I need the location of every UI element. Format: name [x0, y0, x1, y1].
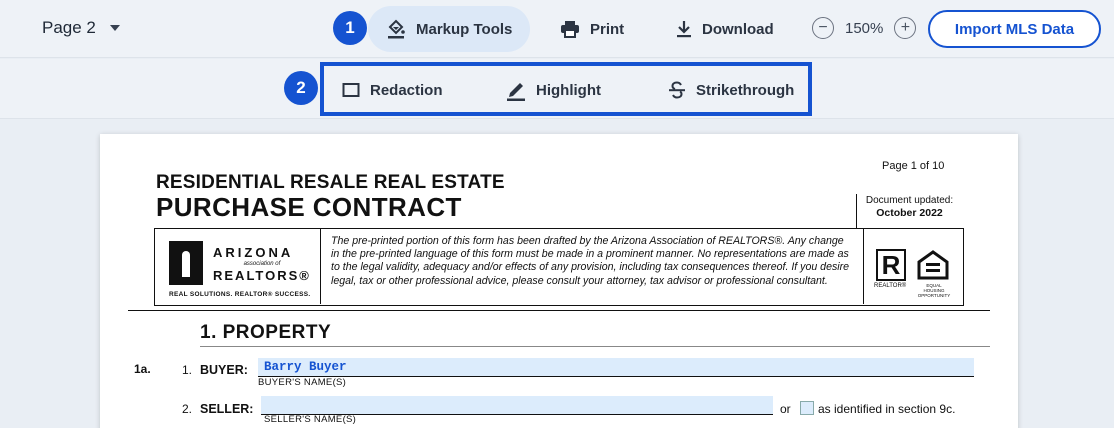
updated-date: October 2022	[876, 207, 943, 219]
arizona-realtors-logo: ARIZONA association of REALTORS® REAL SO…	[155, 229, 321, 304]
zoom-level: 150%	[845, 19, 884, 37]
document-page: Page 1 of 10 RESIDENTIAL RESALE REAL EST…	[100, 134, 1018, 428]
zoom-in-button[interactable]: +	[894, 17, 917, 39]
seller-line-number: 2.	[182, 402, 193, 416]
logo-line2: association of	[243, 261, 281, 267]
document-title-line2: PURCHASE CONTRACT	[156, 192, 462, 222]
paint-bucket-icon	[388, 19, 405, 39]
equal-housing-icon	[917, 250, 949, 280]
page-select-label: Page 2	[42, 18, 96, 37]
pen-icon	[507, 83, 525, 101]
zoom-control: − 150% +	[812, 17, 917, 39]
zoom-out-button[interactable]: −	[812, 17, 834, 39]
print-button[interactable]: Print	[560, 6, 624, 52]
updated-label: Document updated:	[865, 195, 954, 206]
strikethrough-icon	[669, 81, 685, 99]
badges-cell: R REALTOR® EQUAL HOUSING OPPORTUNITY	[863, 229, 963, 304]
buyer-name-field[interactable]: Barry Buyer	[258, 358, 974, 377]
download-button[interactable]: Download	[676, 6, 774, 52]
redaction-label: Redaction	[370, 81, 443, 99]
section-title: 1. PROPERTY	[200, 322, 332, 343]
download-label: Download	[702, 20, 774, 38]
divider	[128, 310, 990, 311]
or-text: or	[780, 402, 791, 416]
realtor-label: REALTOR®	[874, 283, 907, 289]
cactus-logo-icon	[169, 241, 203, 285]
download-icon	[677, 21, 691, 38]
logo-tagline: REAL SOLUTIONS. REALTOR® SUCCESS.	[169, 291, 311, 298]
realtor-r-icon: R	[876, 249, 906, 281]
markup-tools-label: Markup Tools	[416, 20, 513, 38]
buyer-sublabel: BUYER'S NAME(S)	[258, 377, 347, 388]
section-number: 1a.	[134, 362, 151, 376]
print-label: Print	[590, 20, 625, 38]
buyer-label: BUYER:	[200, 363, 248, 377]
eho-label: EQUAL HOUSING OPPORTUNITY	[917, 283, 951, 298]
markup-subtoolbar: 2 Redaction Highlight Strikethrough	[0, 59, 1114, 119]
highlight-label: Highlight	[536, 81, 601, 99]
import-mls-data-button[interactable]: Import MLS Data	[928, 10, 1101, 48]
document-title-line1: RESIDENTIAL RESALE REAL ESTATE	[156, 172, 505, 193]
seller-sublabel: SELLER'S NAME(S)	[264, 414, 357, 425]
printer-icon	[561, 21, 579, 38]
identified-text: as identified in section 9c.	[818, 402, 956, 416]
identified-checkbox[interactable]	[800, 401, 814, 415]
top-toolbar: Page 2 1 Markup Tools Print Download − 1…	[0, 0, 1114, 58]
strikethrough-button[interactable]: Strikethrough	[668, 79, 794, 101]
step-badge-1: 1	[333, 11, 367, 45]
redaction-icon	[342, 83, 360, 97]
page-select-dropdown[interactable]: Page 2	[42, 16, 120, 40]
section-divider	[200, 346, 990, 347]
logo-line3: REALTORS®	[213, 268, 311, 283]
logo-line1: ARIZONA	[213, 245, 294, 260]
disclaimer-text: The pre-printed portion of this form has…	[331, 235, 850, 287]
redaction-button[interactable]: Redaction	[342, 79, 443, 101]
seller-name-field[interactable]	[261, 396, 773, 415]
form-header-box: ARIZONA association of REALTORS® REAL SO…	[154, 228, 964, 306]
strikethrough-label: Strikethrough	[696, 81, 795, 99]
page-indicator: Page 1 of 10	[882, 160, 945, 172]
seller-label: SELLER:	[200, 402, 254, 416]
chevron-down-icon	[109, 25, 120, 31]
markup-tools-button[interactable]: Markup Tools	[368, 6, 530, 52]
buyer-line-number: 1.	[182, 363, 193, 377]
document-updated: Document updated: October 2022	[856, 194, 962, 228]
step-badge-2: 2	[284, 71, 318, 105]
markup-tools-group: Redaction Highlight Strikethrough	[320, 62, 812, 116]
highlight-button[interactable]: Highlight	[506, 79, 601, 101]
